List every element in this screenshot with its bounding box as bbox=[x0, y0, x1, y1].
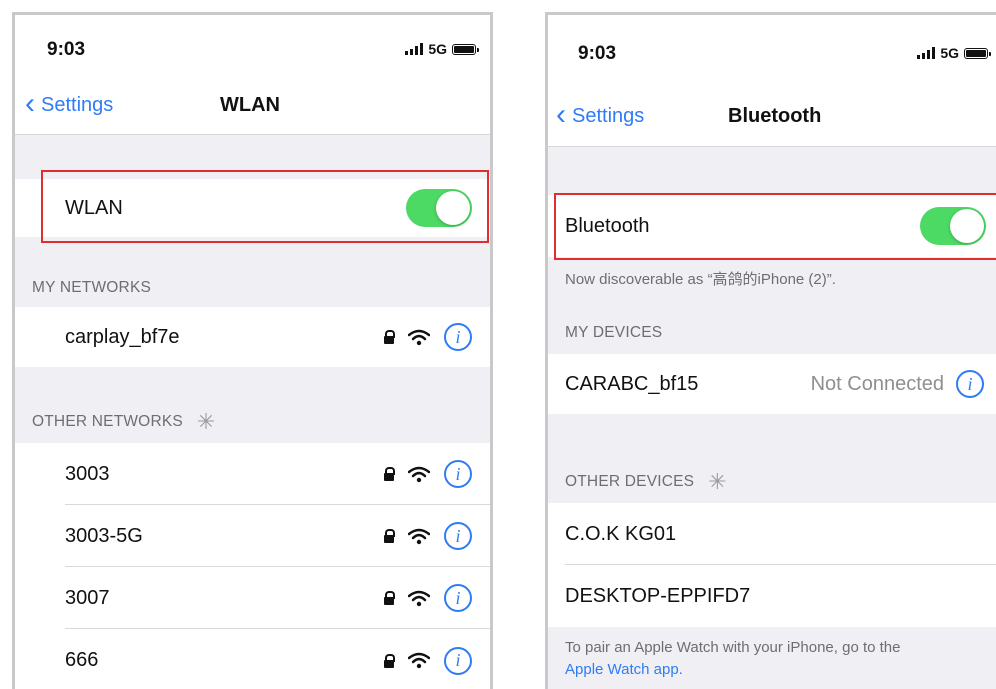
info-icon[interactable]: i bbox=[444, 522, 472, 550]
network-type: 5G bbox=[428, 41, 447, 57]
nav-bar: ‹ Settings Bluetooth bbox=[548, 87, 996, 147]
network-name: 3007 bbox=[65, 586, 110, 609]
network-name: carplay_bf7e bbox=[65, 325, 180, 348]
device-row[interactable]: CARABC_bf15 Not Connected i bbox=[548, 354, 996, 414]
status-bar: 9:03 5G bbox=[548, 15, 996, 87]
network-icons: i bbox=[384, 323, 472, 351]
spinner-icon: ✳ bbox=[708, 469, 727, 494]
status-bar: 9:03 5G bbox=[15, 15, 490, 77]
network-icons: i bbox=[384, 584, 472, 612]
page-title: WLAN bbox=[220, 94, 280, 116]
connection-status: Not Connected bbox=[810, 372, 944, 395]
network-name: 3003-5G bbox=[65, 524, 143, 547]
device-name: CARABC_bf15 bbox=[565, 372, 699, 395]
spinner-icon: ✳ bbox=[196, 409, 216, 434]
battery-icon bbox=[964, 47, 991, 59]
network-row[interactable]: carplay_bf7e i bbox=[15, 307, 490, 367]
nav-bar: ‹ Settings WLAN bbox=[15, 77, 490, 135]
footer-text: To pair an Apple Watch with your iPhone,… bbox=[565, 639, 901, 656]
back-label: Settings bbox=[572, 105, 645, 127]
status-time: 9:03 bbox=[47, 39, 86, 60]
info-icon[interactable]: i bbox=[444, 460, 472, 488]
back-button[interactable]: ‹ Settings bbox=[556, 87, 644, 146]
page-title: Bluetooth bbox=[728, 105, 822, 127]
info-icon[interactable]: i bbox=[956, 370, 984, 398]
wlan-settings-screen: 9:03 5G ‹ Settings WLAN WLAN MY NETWORKS… bbox=[12, 12, 493, 689]
network-row[interactable]: 3003 i bbox=[15, 443, 490, 505]
device-row[interactable]: DESKTOP-EPPIFD7 bbox=[548, 565, 996, 627]
highlight-box bbox=[554, 193, 996, 260]
signal-icon bbox=[917, 47, 936, 59]
section-header-other-devices: OTHER DEVICES ✳ bbox=[565, 471, 727, 493]
network-name: 666 bbox=[65, 649, 99, 671]
section-header-other-networks: OTHER NETWORKS ✳ bbox=[32, 411, 216, 433]
info-icon[interactable]: i bbox=[444, 323, 472, 351]
wifi-icon bbox=[408, 652, 430, 669]
device-row[interactable]: C.O.K KG01 bbox=[548, 503, 996, 565]
device-name: DESKTOP-EPPIFD7 bbox=[565, 584, 751, 607]
network-icons: i bbox=[384, 460, 472, 488]
back-label: Settings bbox=[41, 94, 114, 116]
network-icons: i bbox=[384, 522, 472, 550]
network-type: 5G bbox=[940, 45, 959, 61]
status-time: 9:03 bbox=[578, 43, 617, 64]
highlight-box bbox=[41, 170, 489, 243]
back-button[interactable]: ‹ Settings bbox=[25, 77, 113, 134]
network-icons: i bbox=[384, 646, 472, 675]
signal-icon bbox=[405, 43, 424, 55]
other-networks-label: OTHER NETWORKS bbox=[32, 413, 183, 430]
lock-icon bbox=[384, 330, 395, 344]
bluetooth-settings-screen: 9:03 5G ‹ Settings Bluetooth Bluetooth N… bbox=[545, 12, 996, 689]
status-indicators: 5G bbox=[405, 41, 479, 57]
wifi-icon bbox=[408, 590, 430, 606]
lock-icon bbox=[384, 591, 395, 605]
network-row[interactable]: 3003-5G i bbox=[15, 505, 490, 567]
info-icon[interactable]: i bbox=[444, 584, 472, 612]
discoverable-note: Now discoverable as “高鸽的iPhone (2)”. bbox=[565, 271, 836, 288]
section-header-my-networks: MY NETWORKS bbox=[32, 279, 152, 296]
section-header-my-devices: MY DEVICES bbox=[565, 324, 663, 341]
battery-icon bbox=[452, 43, 479, 55]
wifi-icon bbox=[408, 528, 430, 544]
chevron-left-icon: ‹ bbox=[556, 98, 566, 131]
wifi-icon bbox=[408, 329, 430, 345]
network-row[interactable]: 666 i bbox=[15, 629, 490, 689]
info-icon[interactable]: i bbox=[444, 646, 472, 675]
other-devices-label: OTHER DEVICES bbox=[565, 473, 695, 490]
network-name: 3003 bbox=[65, 462, 110, 485]
lock-icon bbox=[384, 529, 395, 543]
lock-icon bbox=[384, 653, 395, 668]
apple-watch-link[interactable]: Apple Watch app. bbox=[565, 659, 988, 681]
chevron-left-icon: ‹ bbox=[25, 87, 35, 120]
lock-icon bbox=[384, 467, 395, 481]
apple-watch-footer: To pair an Apple Watch with your iPhone,… bbox=[565, 637, 988, 681]
wifi-icon bbox=[408, 466, 430, 482]
network-row[interactable]: 3007 i bbox=[15, 567, 490, 629]
device-name: C.O.K KG01 bbox=[565, 522, 677, 545]
status-indicators: 5G bbox=[917, 45, 991, 61]
